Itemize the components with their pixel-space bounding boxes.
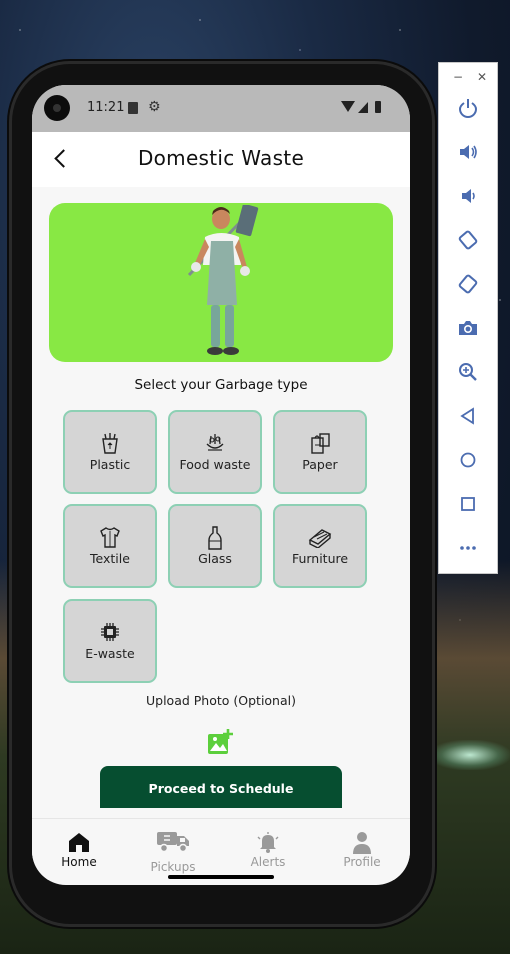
- nav-item-home[interactable]: Home: [32, 819, 126, 881]
- phone-screen: 11:21 ⚙ Domestic Waste Select your Garba…: [32, 85, 410, 885]
- page-title: Domestic Waste: [137, 146, 305, 170]
- nav-label-profile: Profile: [343, 855, 381, 869]
- settings-gear-icon: ⚙: [148, 99, 161, 115]
- battery-icon: [375, 101, 381, 113]
- rotate-right-icon[interactable]: [453, 269, 483, 299]
- upload-photo-label: Upload Photo (Optional): [145, 693, 296, 708]
- minimize-icon[interactable]: −: [453, 71, 463, 83]
- close-icon[interactable]: ✕: [477, 71, 487, 83]
- power-icon[interactable]: [453, 93, 483, 123]
- furniture-icon: [275, 526, 365, 548]
- app-header: Domestic Waste: [32, 132, 410, 187]
- chip-icon: [65, 621, 155, 643]
- garbage-type-paper[interactable]: Paper: [273, 410, 367, 494]
- tile-label: Paper: [302, 457, 338, 472]
- hero-banner: [49, 203, 393, 362]
- wifi-icon: [341, 101, 355, 112]
- bottle-icon: [170, 526, 260, 550]
- tile-label: E-waste: [85, 646, 135, 661]
- garbage-type-plastic[interactable]: Plastic: [63, 410, 157, 494]
- camera-icon[interactable]: [453, 313, 483, 343]
- home-icon: [32, 831, 126, 855]
- person-icon: [315, 831, 409, 855]
- truck-icon: [126, 830, 220, 854]
- paper-bag-icon: [275, 432, 365, 454]
- nav-item-alerts[interactable]: Alerts: [221, 819, 315, 881]
- garbage-type-textile[interactable]: Textile: [63, 504, 157, 588]
- emulator-control-panel: − ✕: [438, 62, 498, 574]
- more-icon[interactable]: [453, 533, 483, 563]
- shirt-icon: [65, 526, 155, 548]
- nav-label-alerts: Alerts: [250, 855, 286, 869]
- back-icon[interactable]: [453, 401, 483, 431]
- rotate-left-icon[interactable]: [453, 225, 483, 255]
- home-circle-icon[interactable]: [453, 445, 483, 475]
- front-camera: [44, 95, 70, 121]
- sd-card-icon: [128, 102, 138, 114]
- garbage-type-heading: Select your Garbage type: [134, 377, 308, 393]
- nav-item-pickups[interactable]: Pickups: [126, 819, 220, 881]
- home-indicator[interactable]: [168, 875, 274, 879]
- tile-label: Food waste: [179, 457, 251, 472]
- garbage-type-e-waste[interactable]: E-waste: [63, 599, 157, 683]
- bell-icon: [221, 831, 315, 855]
- tile-label: Furniture: [291, 551, 349, 566]
- food-waste-icon: [170, 432, 260, 454]
- tile-label: Plastic: [89, 457, 131, 472]
- proceed-to-schedule-button[interactable]: Proceed to Schedule: [100, 766, 342, 808]
- tile-label: Glass: [198, 551, 232, 566]
- nav-label-pickups: Pickups: [150, 860, 196, 874]
- garbage-type-glass[interactable]: Glass: [168, 504, 262, 588]
- volume-up-icon[interactable]: [453, 137, 483, 167]
- garbage-type-furniture[interactable]: Furniture: [273, 504, 367, 588]
- status-bar: 11:21 ⚙: [32, 85, 410, 132]
- nav-item-profile[interactable]: Profile: [315, 819, 409, 881]
- panel-window-controls: − ✕: [439, 71, 499, 85]
- bottom-navigation: Home Pickups Alerts Profile: [32, 818, 410, 880]
- overview-icon[interactable]: [453, 489, 483, 519]
- zoom-icon[interactable]: [453, 357, 483, 387]
- background-lake-glow: [430, 740, 510, 770]
- signal-icon: [358, 102, 368, 113]
- nav-label-home: Home: [61, 855, 97, 869]
- plastic-bin-icon: [65, 432, 155, 454]
- garbage-type-food-waste[interactable]: Food waste: [168, 410, 262, 494]
- status-time: 11:21: [87, 100, 125, 115]
- add-photo-icon[interactable]: [206, 728, 234, 756]
- worker-illustration: [187, 205, 259, 355]
- tile-label: Textile: [90, 551, 130, 566]
- volume-down-icon[interactable]: [453, 181, 483, 211]
